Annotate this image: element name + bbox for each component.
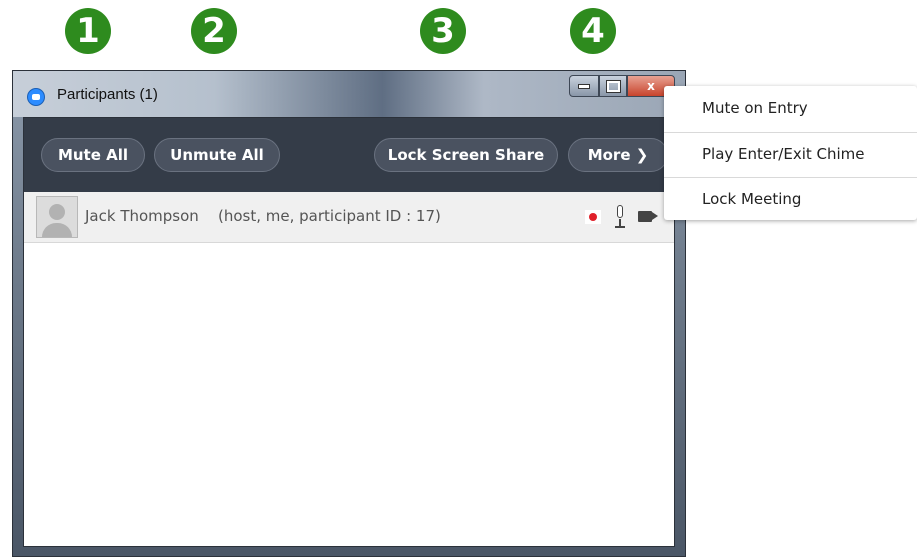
- minimize-button[interactable]: [569, 75, 599, 97]
- callout-3: 3: [420, 8, 466, 54]
- participants-window: Participants (1) x Mute All Unmute All L…: [12, 70, 686, 557]
- callout-1: 1: [65, 8, 111, 54]
- microphone-icon[interactable]: [614, 205, 626, 229]
- participants-panel: Mute All Unmute All Lock Screen Share Mo…: [23, 117, 675, 547]
- more-button[interactable]: More ❯: [568, 138, 668, 172]
- lock-screen-share-button[interactable]: Lock Screen Share: [374, 138, 558, 172]
- title-bar[interactable]: Participants (1) x: [13, 71, 685, 117]
- window-controls: x: [569, 75, 675, 97]
- zoom-logo-icon: [27, 88, 45, 106]
- unmute-all-button[interactable]: Unmute All: [154, 138, 280, 172]
- participant-name: Jack Thompson: [85, 207, 199, 225]
- menu-item-play-chime[interactable]: Play Enter/Exit Chime: [664, 132, 917, 176]
- callout-2: 2: [191, 8, 237, 54]
- menu-item-lock-meeting[interactable]: Lock Meeting: [664, 177, 917, 221]
- maximize-button[interactable]: [599, 75, 627, 97]
- mute-all-button[interactable]: Mute All: [41, 138, 145, 172]
- menu-item-mute-on-entry[interactable]: Mute on Entry: [664, 86, 917, 130]
- record-icon: [585, 210, 601, 224]
- callout-4: 4: [570, 8, 616, 54]
- participant-role-info: (host, me, participant ID : 17): [218, 207, 441, 225]
- window-title: Participants (1): [57, 86, 158, 103]
- more-dropdown-menu: Mute on Entry Play Enter/Exit Chime Lock…: [664, 86, 917, 220]
- participants-toolbar: Mute All Unmute All Lock Screen Share Mo…: [24, 118, 674, 192]
- camera-icon[interactable]: [638, 211, 652, 222]
- participant-row[interactable]: Jack Thompson (host, me, participant ID …: [24, 192, 674, 243]
- avatar: [36, 196, 78, 238]
